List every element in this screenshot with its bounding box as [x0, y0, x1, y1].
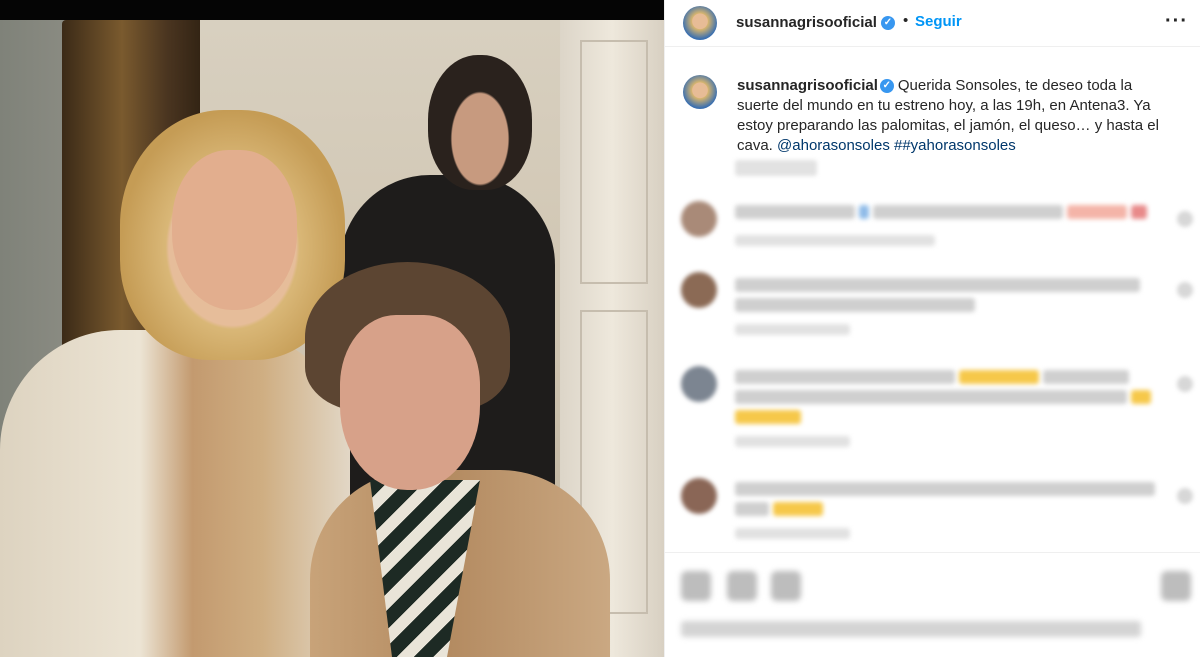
painting-figure-head [428, 55, 532, 190]
comment-text-blurred [735, 370, 955, 384]
caption-text: susannagrisooficial ✓ Querida Sonsoles, te… [737, 76, 1177, 156]
comment-like-icon[interactable] [1177, 376, 1193, 392]
comment-like-icon[interactable] [1177, 488, 1193, 504]
comment-meta-blurred [735, 436, 850, 447]
avatar[interactable] [681, 366, 717, 402]
verified-badge-icon: ✓ [881, 16, 895, 30]
comment-item [681, 201, 1200, 281]
avatar[interactable] [681, 478, 717, 514]
avatar[interactable] [683, 75, 717, 109]
follow-button[interactable]: Seguir [915, 13, 962, 30]
comment-text-blurred [735, 390, 1127, 404]
person-right-face [340, 315, 480, 490]
comment-like-icon[interactable] [1177, 282, 1193, 298]
comment-icon[interactable] [727, 571, 757, 601]
comment-text-blurred [735, 502, 769, 516]
comment-emoji-blurred [773, 502, 823, 516]
post-photo[interactable] [0, 0, 664, 657]
comment-emoji-blurred [735, 410, 801, 424]
comment-text-blurred [735, 278, 1140, 292]
comment-emoji-blurred [1067, 205, 1127, 219]
person-left-face [172, 150, 297, 310]
photo-top-bar [0, 0, 664, 20]
heart-icon[interactable] [681, 571, 711, 601]
caption-timestamp-blurred [735, 160, 817, 176]
comment-meta-blurred [735, 324, 850, 335]
avatar[interactable] [683, 6, 717, 40]
caption-hashtag-link[interactable]: ##yahorasonsoles [894, 137, 1016, 154]
post-header: susannagrisooficial ✓ • Seguir ··· [665, 0, 1200, 47]
comment-item [681, 366, 1200, 447]
more-options-icon[interactable]: ··· [1165, 10, 1188, 33]
comment-emoji-blurred [1131, 205, 1147, 219]
comment-like-icon[interactable] [1177, 211, 1193, 227]
post-actions [665, 552, 1200, 658]
comment-emoji-blurred [859, 205, 869, 219]
avatar[interactable] [681, 201, 717, 237]
comment-meta-blurred [735, 528, 850, 539]
share-icon[interactable] [771, 571, 801, 601]
comment-text-blurred [735, 298, 975, 312]
caption-mention-link[interactable]: @ahorasonsoles [777, 137, 890, 154]
header-separator: • [903, 12, 909, 29]
comment-text-blurred [735, 205, 855, 219]
comment-meta-blurred [735, 235, 935, 246]
comment-item [681, 272, 1200, 352]
comment-text-blurred [735, 482, 1155, 496]
photo-door-panel [580, 40, 648, 284]
likes-count-blurred [681, 621, 1141, 637]
avatar[interactable] [681, 272, 717, 308]
header-username[interactable]: susannagrisooficial [736, 14, 877, 31]
post-sidebar: susannagrisooficial ✓ • Seguir ··· susan… [664, 0, 1200, 657]
verified-badge-icon: ✓ [879, 79, 894, 94]
caption-username[interactable]: susannagrisooficial [737, 77, 878, 94]
comment-text-blurred [1043, 370, 1129, 384]
person-left-body [0, 330, 350, 657]
comment-text-blurred [873, 205, 1063, 219]
comment-emoji-blurred [1131, 390, 1151, 404]
bookmark-icon[interactable] [1161, 571, 1191, 601]
comment-item [681, 478, 1200, 558]
comment-emoji-blurred [959, 370, 1039, 384]
